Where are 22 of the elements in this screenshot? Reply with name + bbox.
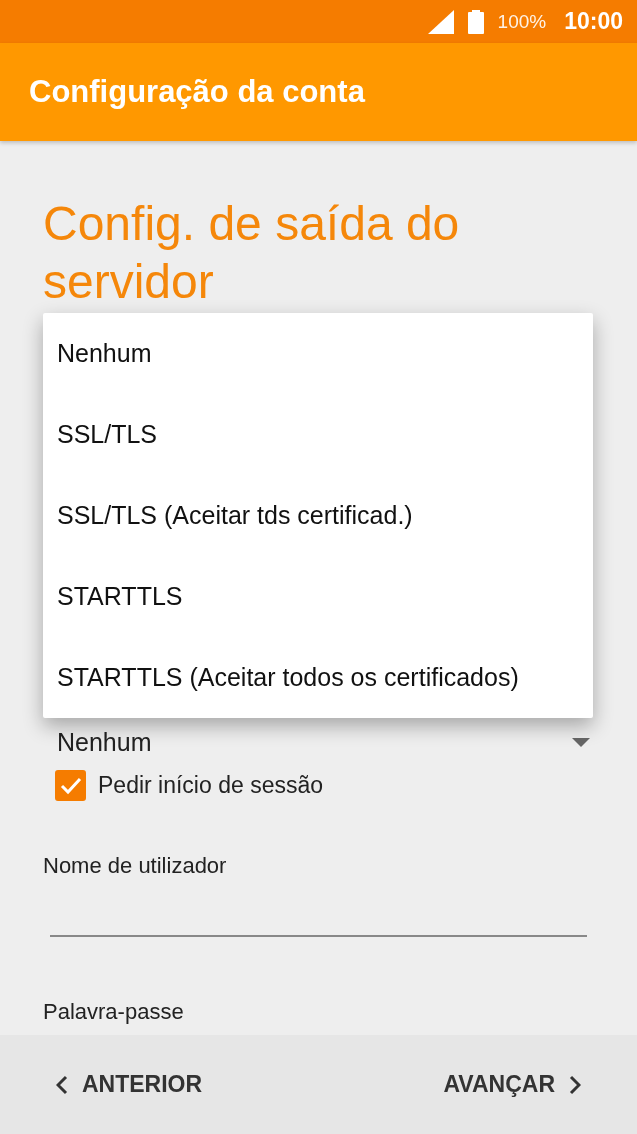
back-button[interactable]: ANTERIOR	[56, 1063, 203, 1106]
next-button[interactable]: AVANÇAR	[443, 1063, 581, 1106]
app-bar-title: Configuração da conta	[29, 74, 365, 110]
signal-icon	[427, 9, 454, 34]
battery-percent: 100%	[497, 10, 547, 33]
menu-option[interactable]: STARTTLS	[43, 556, 593, 637]
battery-icon	[467, 9, 484, 34]
checkbox-label: Pedir início de sessão	[98, 772, 323, 799]
page-heading: Config. de saída do servidor	[43, 196, 461, 310]
menu-option[interactable]: Nenhum	[43, 313, 593, 394]
field-label: Nome de utilizador	[43, 853, 227, 879]
chevron-left-icon	[56, 1074, 68, 1095]
menu-option[interactable]: SSL/TLS	[43, 394, 593, 475]
security-dropdown[interactable]: Nenhum	[57, 720, 594, 764]
check-icon	[59, 776, 82, 795]
field-label: Palavra-passe	[43, 999, 184, 1025]
checkbox[interactable]	[55, 770, 86, 801]
menu-option[interactable]: SSL/TLS (Aceitar tds certificad.)	[43, 475, 593, 556]
dropdown-arrow-icon	[572, 737, 590, 747]
chevron-right-icon	[569, 1074, 581, 1095]
clock-time: 10:00	[564, 8, 623, 35]
menu-option[interactable]: STARTTLS (Aceitar todos os certificados)	[43, 637, 593, 718]
